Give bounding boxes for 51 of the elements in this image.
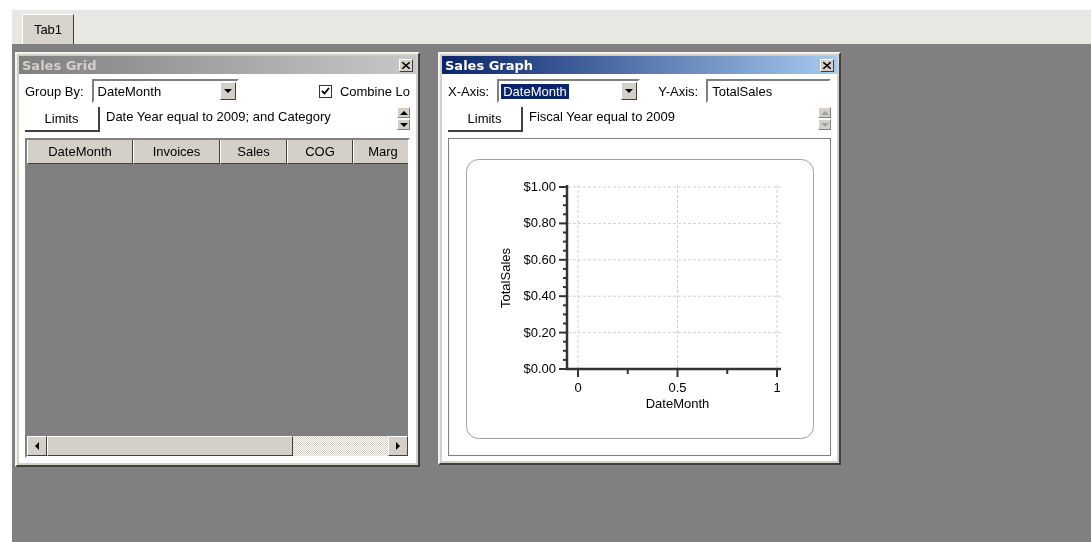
checkbox[interactable] (318, 84, 332, 98)
down-arrow-icon (820, 122, 829, 127)
close-button[interactable] (820, 58, 834, 72)
dropdown[interactable]: DateMonth (497, 79, 641, 103)
limits-button[interactable]: Limits (25, 107, 100, 132)
window-title: Sales Graph (445, 57, 534, 73)
window-title: Sales Grid (22, 57, 97, 73)
caret-icon (223, 89, 232, 93)
spin-down-button[interactable] (397, 119, 410, 130)
x-axis-label: X-Axis: (448, 83, 490, 99)
checkbox-label: Combine Lo (339, 83, 410, 99)
right-arrow-icon (396, 442, 400, 450)
y-axis-title: TotalSales (498, 248, 513, 308)
x-axis-title: DateMonth (645, 396, 710, 411)
y-axis-field[interactable]: TotalSales (706, 79, 831, 103)
tab[interactable]: Tab1 (22, 14, 74, 44)
scroll-thumb[interactable] (47, 436, 293, 456)
y-tick-label: $0.00 (523, 361, 556, 376)
close-icon (823, 61, 831, 69)
check-icon (320, 87, 330, 95)
left-arrow-icon (35, 442, 39, 450)
scroll-right-button[interactable] (388, 436, 408, 456)
spin-up-button[interactable] (397, 107, 410, 118)
y-tick-label: $0.20 (523, 324, 556, 340)
column-header[interactable]: Marg (353, 140, 408, 164)
y-tick-label: $0.40 (523, 288, 556, 304)
y-tick-label: $0.80 (523, 215, 556, 231)
limits-text: Fiscal Year equal to 2009 (529, 108, 676, 124)
dropdown-button[interactable] (621, 82, 638, 100)
up-arrow-icon (820, 110, 829, 115)
column-header[interactable]: COG (287, 140, 353, 164)
group-by-label: Group By: (25, 83, 84, 99)
horizontal-scrollbar[interactable] (27, 436, 408, 456)
limits-text: Date Year equal to 2009; and Category (106, 108, 332, 124)
column-header[interactable]: DateMonth (27, 140, 133, 164)
x-tick-label: 0.5 (668, 380, 687, 395)
y-tick-label: $1.00 (523, 179, 556, 194)
y-tick-label: $0.60 (523, 251, 556, 267)
x-tick-label: 0 (574, 380, 582, 395)
y-axis-label: Y-Axis: (658, 83, 699, 99)
column-header[interactable]: Invoices (133, 140, 220, 164)
column-header[interactable]: Sales (220, 140, 287, 164)
dropdown[interactable]: DateMonth (91, 79, 239, 103)
down-arrow-icon (399, 122, 408, 127)
caret-icon (625, 89, 634, 93)
x-tick-label: 1 (773, 380, 781, 395)
close-icon (402, 61, 410, 69)
up-arrow-icon (399, 110, 408, 115)
close-button[interactable] (399, 58, 413, 72)
dropdown-button[interactable] (219, 82, 236, 100)
scroll-left-button[interactable] (27, 436, 47, 456)
